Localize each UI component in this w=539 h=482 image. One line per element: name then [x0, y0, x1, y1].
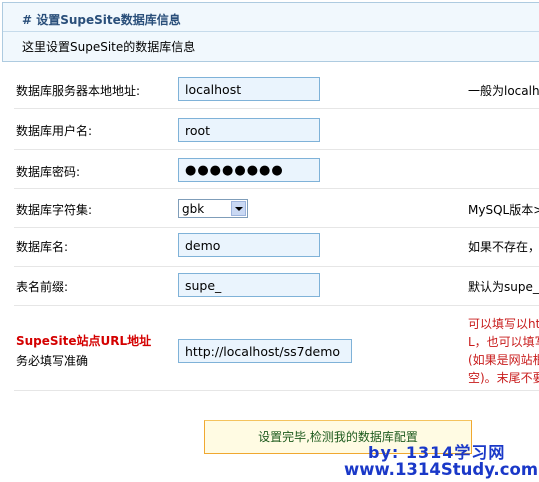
form-row-charset: 数据库字符集: gbk MySQL版本> — [14, 189, 539, 228]
site-url-input[interactable]: http://localhost/ss7demo — [178, 339, 352, 363]
chevron-down-icon[interactable] — [231, 201, 246, 216]
form-row-prefix: 表名前缀: supe_ 默认为supe_ — [14, 267, 539, 306]
field-label: 数据库密码: — [16, 165, 81, 179]
field-label: 表名前缀: — [16, 280, 69, 294]
header-divider — [3, 31, 539, 32]
url-label-block: SupeSite站点URL地址 务必填写准确 — [16, 332, 151, 369]
field-hint: 一般为localh — [468, 84, 539, 98]
db-charset-select[interactable]: gbk — [178, 199, 248, 218]
field-hint: MySQL版本> — [468, 203, 539, 217]
section-title: # 设置SupeSite数据库信息 — [22, 13, 181, 27]
field-label: 数据库用户名: — [16, 124, 93, 138]
form-row-url: SupeSite站点URL地址 务必填写准确 http://localhost/… — [14, 317, 539, 391]
url-hint: 可以填写以ht L，也可以填写 (如果是网站根 空)。末尾不要 — [468, 317, 539, 385]
field-hint: 如果不存在， — [468, 240, 539, 254]
form-row-user: 数据库用户名: root — [14, 109, 539, 150]
field-label: 数据库字符集: — [16, 203, 93, 217]
header-panel: # 设置SupeSite数据库信息 这里设置SupeSite的数据库信息 — [2, 2, 539, 62]
form-row-dbname: 数据库名: demo 如果不存在， — [14, 228, 539, 267]
db-password-input[interactable]: ●●●●●●●● — [178, 158, 320, 182]
db-name-input[interactable]: demo — [178, 233, 320, 257]
db-host-input[interactable]: localhost — [178, 77, 320, 101]
watermark-line2: www.1314Study.com — [344, 460, 539, 479]
field-label: 数据库服务器本地地址: — [16, 84, 141, 98]
url-sublabel: 务必填写准确 — [16, 354, 89, 368]
charset-selected-value: gbk — [182, 202, 205, 216]
form-row-password: 数据库密码: ●●●●●●●● — [14, 150, 539, 189]
db-user-input[interactable]: root — [178, 118, 320, 142]
field-hint: 默认为supe_ — [468, 280, 539, 294]
table-prefix-input[interactable]: supe_ — [178, 273, 320, 297]
field-label: 数据库名: — [16, 240, 69, 254]
form-row-host: 数据库服务器本地地址: localhost 一般为localh — [14, 72, 539, 109]
section-description: 这里设置SupeSite的数据库信息 — [22, 40, 196, 54]
url-label: SupeSite站点URL地址 — [16, 334, 152, 348]
